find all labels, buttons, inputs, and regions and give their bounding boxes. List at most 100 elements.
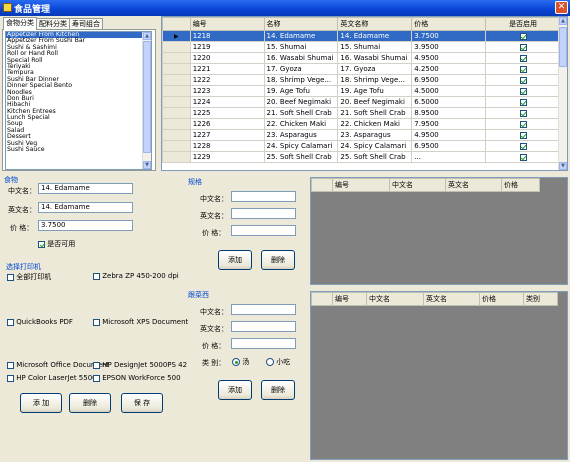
scroll-down-arrow-icon[interactable]: ▼ [559,162,567,170]
category-list[interactable]: Appetizer From Kitchen Appetizer From Sus… [5,31,152,170]
spec-price-input[interactable] [231,225,296,236]
enabled-cell[interactable] [485,107,560,119]
row-header[interactable] [162,151,191,163]
spec-col-header-cn[interactable]: 中文名 [389,178,446,192]
table-cell[interactable]: 18. Shrimp Vege... [263,74,339,86]
type-radio-soup[interactable]: 汤 [232,357,249,367]
table-cell[interactable]: 6.9500 [411,74,487,86]
delete-food-button[interactable]: 删除 [69,393,111,413]
add-spec-button[interactable]: 添加 [218,250,252,270]
delete-side-button[interactable]: 删除 [261,380,295,400]
col-header-price[interactable]: 价格 [411,17,487,31]
table-row[interactable]: 1219 15. Shumai 15. Shumai 3.9500 [162,41,560,53]
scroll-down-arrow-icon[interactable]: ▼ [143,161,151,169]
scroll-thumb[interactable] [143,41,151,153]
row-header[interactable] [162,85,191,97]
row-header[interactable] [162,74,191,86]
table-cell[interactable]: 1226 [189,118,265,130]
col-header-en-name[interactable]: 英文名称 [337,17,413,31]
table-row[interactable]: ▶ 1218 14. Edamame 14. Edamame 3.7500 [162,30,560,42]
table-row[interactable]: 1222 18. Shrimp Vege... 18. Shrimp Vege...… [162,74,560,86]
row-header[interactable] [162,129,191,141]
printer-option-hp-laserjet[interactable]: HP Color LaserJet 5500 [7,374,97,382]
row-header[interactable] [162,52,191,64]
table-row[interactable]: 1224 20. Beef Negimaki 20. Beef Negimaki 6.… [162,96,560,108]
tab-ingredient-category[interactable]: 配料分类 [36,18,70,29]
table-cell[interactable]: 6.9500 [411,140,487,152]
table-row[interactable]: 1226 22. Chicken Maki 22. Chicken Maki 7.95… [162,118,560,130]
tab-food-category[interactable]: 食物分类 [3,17,37,30]
table-cell[interactable]: 1221 [189,63,265,75]
table-cell[interactable]: 4.9500 [411,129,487,141]
scroll-up-arrow-icon[interactable]: ▲ [143,32,151,40]
close-button[interactable]: ✕ [555,1,568,14]
table-cell[interactable]: 6.5000 [411,96,487,108]
side-price-input[interactable] [231,338,296,349]
row-header[interactable] [162,140,191,152]
table-row[interactable]: 1227 23. Asparagus 23. Asparagus 4.9500 [162,129,560,141]
table-cell[interactable]: 24. Spicy Calamari [263,140,339,152]
table-cell[interactable]: 1229 [189,151,265,163]
table-cell[interactable]: 14. Edamame [263,30,339,42]
table-cell[interactable]: 22. Chicken Maki [337,118,413,130]
row-header[interactable] [162,118,191,130]
table-cell[interactable]: 19. Age Tofu [337,85,413,97]
spec-cn-input[interactable] [231,191,296,202]
table-cell[interactable]: 23. Asparagus [337,129,413,141]
enabled-cell[interactable] [485,129,560,141]
table-cell[interactable]: 24. Spicy Calamari [337,140,413,152]
printer-option-epson[interactable]: EPSON WorkForce 500 [93,374,181,382]
enabled-cell[interactable] [485,52,560,64]
enabled-cell[interactable] [485,96,560,108]
printer-option-zebra[interactable]: Zebra ZP 450-200 dpi [93,272,179,280]
spec-col-header-price[interactable]: 价格 [501,178,540,192]
row-header[interactable]: ▶ [162,30,191,42]
enabled-cell[interactable] [485,118,560,130]
spec-en-input[interactable] [231,208,296,219]
col-header-name[interactable]: 名称 [263,17,339,31]
table-cell[interactable]: 18. Shrimp Vege... [337,74,413,86]
spec-grid[interactable]: 编号 中文名 英文名 价格 [310,177,568,285]
spec-col-header-id[interactable]: 编号 [332,178,390,192]
add-side-button[interactable]: 添加 [218,380,252,400]
row-header[interactable] [162,41,191,53]
side-col-header-type[interactable]: 类别 [523,292,558,306]
table-cell[interactable]: 25. Soft Shell Crab [263,151,339,163]
table-cell[interactable]: 8.9500 [411,107,487,119]
enabled-cell[interactable] [485,41,560,53]
col-header-id[interactable]: 编号 [189,17,265,31]
scroll-thumb[interactable] [559,27,567,67]
printer-option-all[interactable]: 全部打印机 [7,272,51,282]
enabled-cell[interactable] [485,30,560,42]
table-cell[interactable]: 1219 [189,41,265,53]
table-cell[interactable]: 16. Wasabi Shumai [263,52,339,64]
row-header[interactable] [162,107,191,119]
row-header[interactable] [162,96,191,108]
enabled-cell[interactable] [485,151,560,163]
table-cell[interactable]: 17. Gyoza [337,63,413,75]
side-cn-input[interactable] [231,304,296,315]
table-cell[interactable]: 15. Shumai [263,41,339,53]
table-row[interactable]: 1220 16. Wasabi Shumai 16. Wasabi Shumai 4.… [162,52,560,64]
table-cell[interactable]: 16. Wasabi Shumai [337,52,413,64]
table-cell[interactable]: 23. Asparagus [263,129,339,141]
grid-scrollbar[interactable]: ▲ ▼ [558,17,567,170]
table-cell[interactable]: 7.9500 [411,118,487,130]
food-cn-input[interactable]: 14. Edamame [38,183,133,194]
table-cell[interactable]: 21. Soft Shell Crab [337,107,413,119]
table-row[interactable]: 1229 25. Soft Shell Crab 25. Soft Shell Cr… [162,151,560,163]
table-row[interactable]: 1223 19. Age Tofu 19. Age Tofu 4.5000 [162,85,560,97]
table-cell[interactable]: 15. Shumai [337,41,413,53]
printer-option-hp-designjet[interactable]: HP DesignJet 5000PS 42 [93,361,187,369]
side-col-header-id[interactable]: 编号 [332,292,367,306]
table-cell[interactable]: ... [411,151,487,163]
enabled-checkbox[interactable]: 是否可用 [38,239,75,249]
table-row[interactable]: 1228 24. Spicy Calamari 24. Spicy Calamari… [162,140,560,152]
table-cell[interactable]: 1227 [189,129,265,141]
tab-sushi-combo[interactable]: 寿司组合 [69,18,103,29]
enabled-cell[interactable] [485,74,560,86]
table-cell[interactable]: 4.5000 [411,85,487,97]
table-row[interactable]: 1221 17. Gyoza 17. Gyoza 4.2500 [162,63,560,75]
table-cell[interactable]: 1218 [189,30,265,42]
table-cell[interactable]: 1225 [189,107,265,119]
